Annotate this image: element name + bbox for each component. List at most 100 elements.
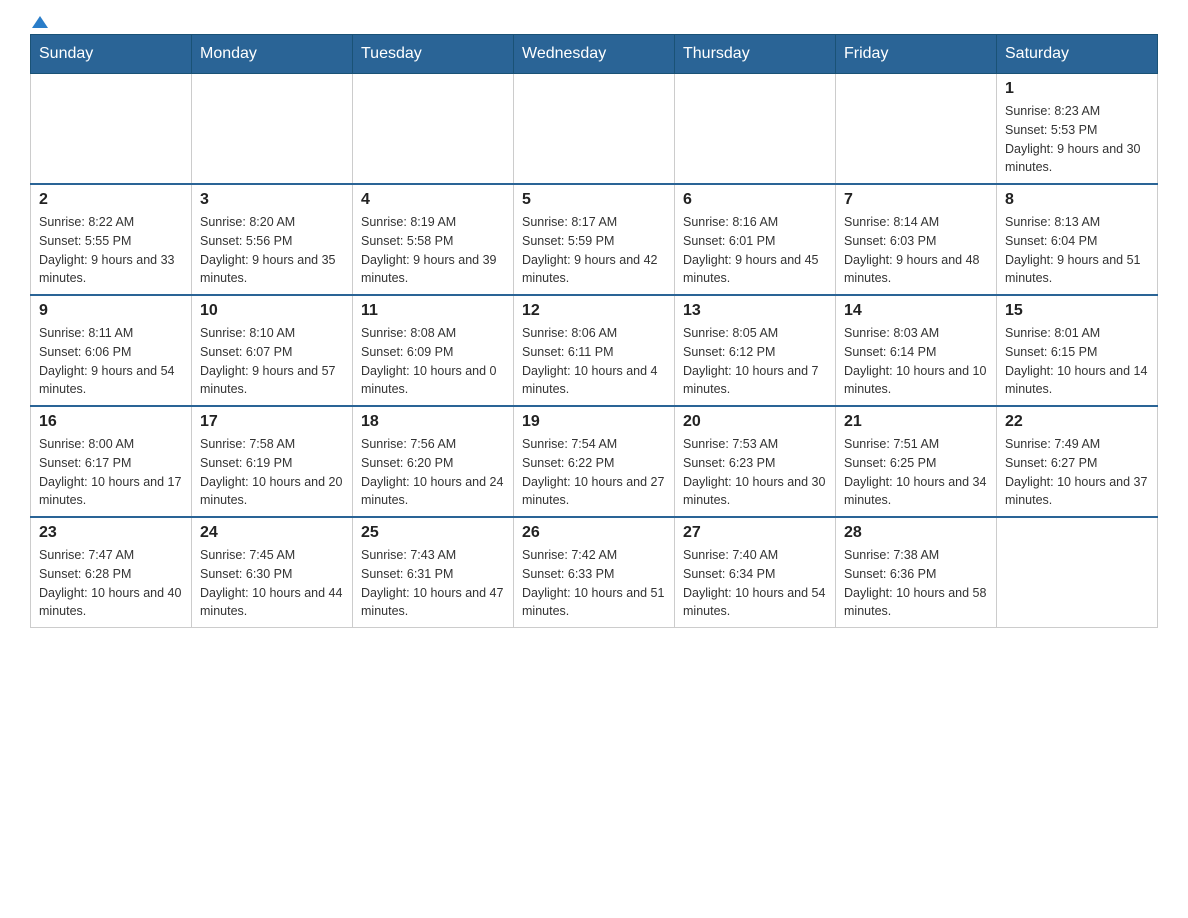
calendar-week-row: 2 Sunrise: 8:22 AM Sunset: 5:55 PM Daylig… (31, 184, 1158, 295)
day-number: 26 (522, 524, 666, 542)
day-info: Sunrise: 7:47 AM Sunset: 6:28 PM Dayligh… (39, 546, 183, 621)
calendar-cell (675, 74, 836, 185)
day-info: Sunrise: 8:06 AM Sunset: 6:11 PM Dayligh… (522, 324, 666, 399)
calendar-cell: 21 Sunrise: 7:51 AM Sunset: 6:25 PM Dayli… (836, 406, 997, 517)
day-info: Sunrise: 8:14 AM Sunset: 6:03 PM Dayligh… (844, 213, 988, 288)
calendar-week-row: 16Sunrise: 8:00 AM Sunset: 6:17 PM Dayli… (31, 406, 1158, 517)
day-info: Sunrise: 8:01 AM Sunset: 6:15 PM Dayligh… (1005, 324, 1149, 399)
day-number: 4 (361, 191, 505, 209)
weekday-header-saturday: Saturday (997, 35, 1158, 74)
calendar-cell: 2 Sunrise: 8:22 AM Sunset: 5:55 PM Daylig… (31, 184, 192, 295)
day-info: Sunrise: 8:10 AM Sunset: 6:07 PM Dayligh… (200, 324, 344, 399)
day-number: 11 (361, 302, 505, 320)
day-info: Sunrise: 8:22 AM Sunset: 5:55 PM Dayligh… (39, 213, 183, 288)
calendar-cell: 13 Sunrise: 8:05 AM Sunset: 6:12 PM Dayli… (675, 295, 836, 406)
day-info: Sunrise: 8:08 AM Sunset: 6:09 PM Dayligh… (361, 324, 505, 399)
calendar-cell: 22 Sunrise: 7:49 AM Sunset: 6:27 PM Dayli… (997, 406, 1158, 517)
calendar-week-row: 9 Sunrise: 8:11 AM Sunset: 6:06 PM Daylig… (31, 295, 1158, 406)
day-number: 18 (361, 413, 505, 431)
calendar-cell: 15 Sunrise: 8:01 AM Sunset: 6:15 PM Dayli… (997, 295, 1158, 406)
calendar-cell: 25Sunrise: 7:43 AM Sunset: 6:31 PM Dayli… (353, 517, 514, 628)
calendar-week-row: 1 Sunrise: 8:23 AM Sunset: 5:53 PM Daylig… (31, 74, 1158, 185)
calendar-cell: 11 Sunrise: 8:08 AM Sunset: 6:09 PM Dayli… (353, 295, 514, 406)
calendar-cell: 12 Sunrise: 8:06 AM Sunset: 6:11 PM Dayli… (514, 295, 675, 406)
day-info: Sunrise: 7:56 AM Sunset: 6:20 PM Dayligh… (361, 435, 505, 510)
calendar-cell: 28 Sunrise: 7:38 AM Sunset: 6:36 PM Dayli… (836, 517, 997, 628)
calendar-cell: 18 Sunrise: 7:56 AM Sunset: 6:20 PM Dayli… (353, 406, 514, 517)
calendar-cell: 19 Sunrise: 7:54 AM Sunset: 6:22 PM Dayli… (514, 406, 675, 517)
calendar-cell: 9 Sunrise: 8:11 AM Sunset: 6:06 PM Daylig… (31, 295, 192, 406)
day-info: Sunrise: 7:45 AM Sunset: 6:30 PM Dayligh… (200, 546, 344, 621)
calendar-cell (192, 74, 353, 185)
day-info: Sunrise: 8:19 AM Sunset: 5:58 PM Dayligh… (361, 213, 505, 288)
calendar-cell: 1 Sunrise: 8:23 AM Sunset: 5:53 PM Daylig… (997, 74, 1158, 185)
day-info: Sunrise: 8:20 AM Sunset: 5:56 PM Dayligh… (200, 213, 344, 288)
weekday-header-friday: Friday (836, 35, 997, 74)
day-info: Sunrise: 8:11 AM Sunset: 6:06 PM Dayligh… (39, 324, 183, 399)
calendar-cell (353, 74, 514, 185)
calendar-cell: 14 Sunrise: 8:03 AM Sunset: 6:14 PM Dayli… (836, 295, 997, 406)
day-number: 17 (200, 413, 344, 431)
calendar-cell: 16Sunrise: 8:00 AM Sunset: 6:17 PM Dayli… (31, 406, 192, 517)
day-info: Sunrise: 7:43 AM Sunset: 6:31 PM Dayligh… (361, 546, 505, 621)
weekday-header-wednesday: Wednesday (514, 35, 675, 74)
calendar-cell (997, 517, 1158, 628)
calendar-cell: 5Sunrise: 8:17 AM Sunset: 5:59 PM Daylig… (514, 184, 675, 295)
day-info: Sunrise: 8:23 AM Sunset: 5:53 PM Dayligh… (1005, 102, 1149, 177)
day-number: 14 (844, 302, 988, 320)
calendar-cell: 23 Sunrise: 7:47 AM Sunset: 6:28 PM Dayli… (31, 517, 192, 628)
calendar-cell: 7 Sunrise: 8:14 AM Sunset: 6:03 PM Daylig… (836, 184, 997, 295)
day-info: Sunrise: 7:54 AM Sunset: 6:22 PM Dayligh… (522, 435, 666, 510)
day-info: Sunrise: 7:53 AM Sunset: 6:23 PM Dayligh… (683, 435, 827, 510)
day-number: 22 (1005, 413, 1149, 431)
day-info: Sunrise: 7:42 AM Sunset: 6:33 PM Dayligh… (522, 546, 666, 621)
page-header (30, 20, 1158, 24)
weekday-header-row: SundayMondayTuesdayWednesdayThursdayFrid… (31, 35, 1158, 74)
day-number: 1 (1005, 80, 1149, 98)
calendar-cell: 6Sunrise: 8:16 AM Sunset: 6:01 PM Daylig… (675, 184, 836, 295)
day-number: 2 (39, 191, 183, 209)
calendar-week-row: 23 Sunrise: 7:47 AM Sunset: 6:28 PM Dayli… (31, 517, 1158, 628)
day-number: 28 (844, 524, 988, 542)
day-number: 23 (39, 524, 183, 542)
day-info: Sunrise: 7:58 AM Sunset: 6:19 PM Dayligh… (200, 435, 344, 510)
day-number: 20 (683, 413, 827, 431)
calendar-table: SundayMondayTuesdayWednesdayThursdayFrid… (30, 34, 1158, 628)
calendar-cell: 27 Sunrise: 7:40 AM Sunset: 6:34 PM Dayli… (675, 517, 836, 628)
calendar-cell (514, 74, 675, 185)
day-number: 7 (844, 191, 988, 209)
weekday-header-tuesday: Tuesday (353, 35, 514, 74)
weekday-header-sunday: Sunday (31, 35, 192, 74)
day-info: Sunrise: 8:03 AM Sunset: 6:14 PM Dayligh… (844, 324, 988, 399)
day-info: Sunrise: 8:16 AM Sunset: 6:01 PM Dayligh… (683, 213, 827, 288)
calendar-cell: 4 Sunrise: 8:19 AM Sunset: 5:58 PM Daylig… (353, 184, 514, 295)
day-number: 12 (522, 302, 666, 320)
calendar-cell (31, 74, 192, 185)
day-number: 3 (200, 191, 344, 209)
day-info: Sunrise: 7:38 AM Sunset: 6:36 PM Dayligh… (844, 546, 988, 621)
day-info: Sunrise: 8:05 AM Sunset: 6:12 PM Dayligh… (683, 324, 827, 399)
day-number: 19 (522, 413, 666, 431)
day-number: 9 (39, 302, 183, 320)
calendar-cell: 26 Sunrise: 7:42 AM Sunset: 6:33 PM Dayli… (514, 517, 675, 628)
day-number: 10 (200, 302, 344, 320)
calendar-cell: 17 Sunrise: 7:58 AM Sunset: 6:19 PM Dayli… (192, 406, 353, 517)
day-info: Sunrise: 7:40 AM Sunset: 6:34 PM Dayligh… (683, 546, 827, 621)
day-number: 16 (39, 413, 183, 431)
calendar-cell: 20 Sunrise: 7:53 AM Sunset: 6:23 PM Dayli… (675, 406, 836, 517)
day-info: Sunrise: 8:17 AM Sunset: 5:59 PM Dayligh… (522, 213, 666, 288)
day-number: 21 (844, 413, 988, 431)
calendar-cell: 24 Sunrise: 7:45 AM Sunset: 6:30 PM Dayli… (192, 517, 353, 628)
weekday-header-monday: Monday (192, 35, 353, 74)
day-number: 15 (1005, 302, 1149, 320)
day-info: Sunrise: 8:13 AM Sunset: 6:04 PM Dayligh… (1005, 213, 1149, 288)
day-number: 13 (683, 302, 827, 320)
day-info: Sunrise: 7:49 AM Sunset: 6:27 PM Dayligh… (1005, 435, 1149, 510)
day-info: Sunrise: 7:51 AM Sunset: 6:25 PM Dayligh… (844, 435, 988, 510)
calendar-cell: 8 Sunrise: 8:13 AM Sunset: 6:04 PM Daylig… (997, 184, 1158, 295)
day-number: 27 (683, 524, 827, 542)
day-number: 8 (1005, 191, 1149, 209)
logo (30, 20, 48, 24)
calendar-cell (836, 74, 997, 185)
day-number: 24 (200, 524, 344, 542)
